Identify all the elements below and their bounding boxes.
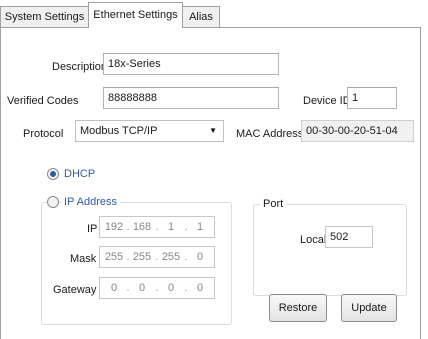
- protocol-label: Protocol: [23, 128, 64, 140]
- dhcp-label[interactable]: DHCP: [64, 167, 95, 181]
- gateway-label: Gateway: [53, 284, 97, 296]
- mac-address-label: MAC Address: [236, 128, 304, 140]
- gateway-field[interactable]: 0 . 0 . 0 . 0: [99, 277, 215, 299]
- octet-separator: .: [184, 251, 188, 263]
- device-id-field[interactable]: 1: [347, 87, 397, 109]
- ip-octet-4[interactable]: 1: [190, 217, 210, 237]
- gateway-octet-3[interactable]: 0: [161, 278, 181, 298]
- port-group-label: Port: [260, 197, 287, 211]
- verified-codes-field[interactable]: 88888888: [103, 87, 279, 109]
- octet-separator: .: [184, 282, 188, 294]
- ip-address-radio[interactable]: [47, 196, 59, 208]
- mask-octet-3[interactable]: 255: [161, 247, 181, 267]
- ip-octet-3[interactable]: 1: [161, 217, 181, 237]
- octet-separator: .: [126, 282, 130, 294]
- chevron-down-icon: ▼: [209, 126, 217, 135]
- mac-address-field: 00-30-00-20-51-04: [301, 120, 414, 142]
- restore-button[interactable]: Restore: [269, 294, 327, 322]
- local-port-label: Local: [300, 234, 327, 246]
- dhcp-radio[interactable]: [47, 168, 59, 180]
- radio-selected-dot: [50, 171, 56, 177]
- device-id-label: Device ID: [303, 95, 351, 107]
- octet-separator: .: [126, 251, 130, 263]
- octet-separator: .: [184, 221, 188, 233]
- octet-separator: .: [155, 282, 159, 294]
- tab-system-settings[interactable]: System Settings: [0, 6, 89, 27]
- ip-field[interactable]: 192 . 168 . 1 . 1: [99, 216, 215, 238]
- mask-field[interactable]: 255 . 255 . 255 . 0: [99, 246, 215, 268]
- mask-octet-2[interactable]: 255: [132, 247, 152, 267]
- tab-ethernet-settings[interactable]: Ethernet Settings: [88, 2, 183, 28]
- update-button[interactable]: Update: [341, 294, 397, 322]
- mask-octet-1[interactable]: 255: [104, 247, 124, 267]
- ip-octet-1[interactable]: 192: [104, 217, 124, 237]
- mask-label: Mask: [70, 253, 97, 265]
- protocol-selected-value: Modbus TCP/IP: [80, 125, 158, 137]
- octet-separator: .: [155, 221, 159, 233]
- tab-bar: System Settings Ethernet Settings Alias: [0, 0, 428, 28]
- octet-separator: .: [126, 221, 130, 233]
- tab-alias[interactable]: Alias: [182, 6, 220, 27]
- ethernet-settings-panel: Description 18x-Series Verified Codes 88…: [0, 27, 421, 339]
- description-label: Description: [52, 61, 108, 73]
- gateway-octet-4[interactable]: 0: [190, 278, 210, 298]
- gateway-octet-1[interactable]: 0: [104, 278, 124, 298]
- octet-separator: .: [155, 251, 159, 263]
- gateway-octet-2[interactable]: 0: [132, 278, 152, 298]
- protocol-select[interactable]: Modbus TCP/IP ▼: [75, 120, 224, 142]
- local-port-field[interactable]: 502: [325, 226, 373, 248]
- mask-octet-4[interactable]: 0: [190, 247, 210, 267]
- ip-address-label[interactable]: IP Address: [61, 195, 120, 209]
- port-group: [253, 204, 407, 296]
- ip-label: IP: [87, 223, 98, 235]
- description-field[interactable]: 18x-Series: [103, 53, 279, 75]
- verified-codes-label: Verified Codes: [7, 95, 79, 107]
- ip-octet-2[interactable]: 168: [132, 217, 152, 237]
